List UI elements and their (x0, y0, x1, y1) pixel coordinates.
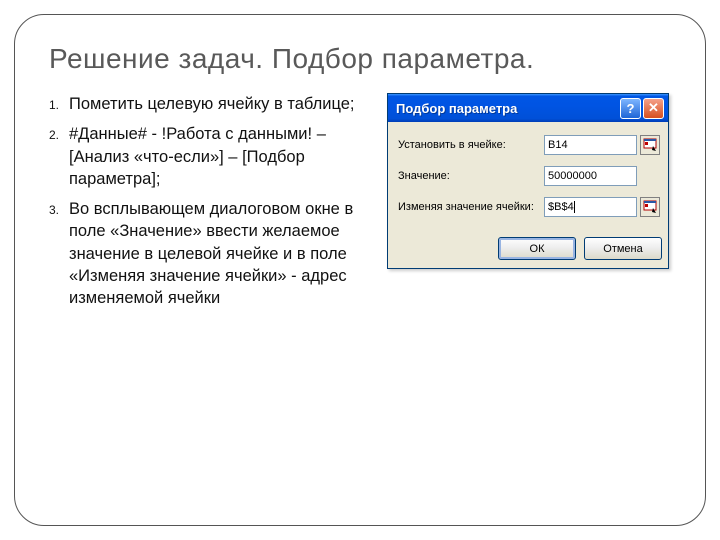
input-set-cell[interactable]: B14 (544, 135, 637, 155)
range-select-icon (643, 138, 657, 152)
label-changing-cell: Изменяя значение ячейки: (398, 201, 544, 213)
row-value: Значение: 50000000 (398, 165, 660, 187)
text-caret (574, 201, 575, 213)
step-number: 2. (49, 123, 69, 190)
cancel-button[interactable]: Отмена (584, 237, 662, 260)
input-value[interactable]: 50000000 (544, 166, 637, 186)
row-changing-cell: Изменяя значение ячейки: $B$4 (398, 196, 660, 218)
step-text: Во всплывающем диалоговом окне в поле «З… (69, 198, 369, 309)
list-item: 1. Пометить целевую ячейку в таблице; (49, 93, 369, 115)
content-row: 1. Пометить целевую ячейку в таблице; 2.… (49, 93, 679, 317)
ok-button[interactable]: ОК (498, 237, 576, 260)
collapse-dialog-button[interactable] (640, 135, 660, 155)
close-button[interactable]: ✕ (643, 98, 664, 119)
page-title: Решение задач. Подбор параметра. (49, 43, 679, 75)
step-number: 1. (49, 93, 69, 115)
input-changing-cell[interactable]: $B$4 (544, 197, 637, 217)
label-set-cell: Установить в ячейке: (398, 139, 544, 151)
goal-seek-dialog: Подбор параметра ? ✕ Установить в ячейке… (387, 93, 669, 269)
slide-frame: Решение задач. Подбор параметра. 1. Поме… (14, 14, 706, 526)
dialog-title: Подбор параметра (396, 101, 618, 116)
list-item: 2. #Данные# - !Работа с данными! – [Анал… (49, 123, 369, 190)
label-value: Значение: (398, 170, 544, 182)
range-select-icon (643, 200, 657, 214)
dialog-titlebar[interactable]: Подбор параметра ? ✕ (388, 94, 668, 122)
step-text: #Данные# - !Работа с данными! – [Анализ … (69, 123, 369, 190)
dialog-button-row: ОК Отмена (388, 231, 668, 268)
dialog-body: Установить в ячейке: B14 Значение: 50000… (388, 122, 668, 231)
steps-list: 1. Пометить целевую ячейку в таблице; 2.… (49, 93, 369, 317)
help-button[interactable]: ? (620, 98, 641, 119)
step-number: 3. (49, 198, 69, 309)
list-item: 3. Во всплывающем диалоговом окне в поле… (49, 198, 369, 309)
step-text: Пометить целевую ячейку в таблице; (69, 93, 369, 115)
row-set-cell: Установить в ячейке: B14 (398, 134, 660, 156)
collapse-dialog-button[interactable] (640, 197, 660, 217)
